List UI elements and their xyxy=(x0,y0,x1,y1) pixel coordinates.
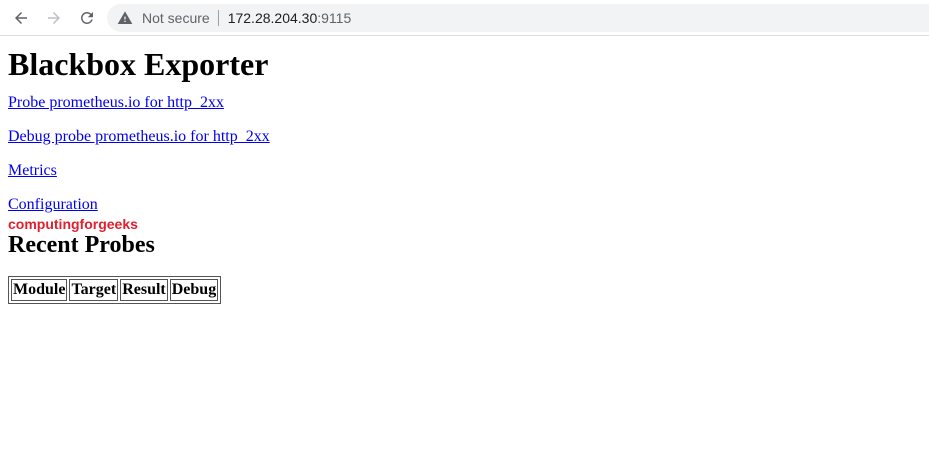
reload-icon xyxy=(80,11,93,24)
recent-probes-heading: Recent Probes xyxy=(8,232,155,258)
page-content: Blackbox Exporter Probe prometheus.io fo… xyxy=(0,46,929,304)
page-title: Blackbox Exporter xyxy=(8,46,269,82)
forward-button[interactable] xyxy=(42,6,66,30)
debug-probe-link[interactable]: Debug probe prometheus.io for http_2xx xyxy=(8,128,921,146)
reload-button[interactable] xyxy=(75,6,99,30)
omnibox-divider xyxy=(217,10,219,26)
metrics-link[interactable]: Metrics xyxy=(8,162,921,180)
watermark-text: computingforgeeks xyxy=(8,216,138,232)
column-header-debug: Debug xyxy=(169,279,219,301)
address-bar[interactable]: Not secure 172.28.204.30:9115 xyxy=(107,4,929,32)
recent-probes-table: Module Target Result Debug xyxy=(8,276,222,304)
url-text[interactable]: 172.28.204.30:9115 xyxy=(228,10,352,26)
security-status[interactable]: Not secure xyxy=(142,10,210,26)
arrow-left-icon xyxy=(15,12,27,24)
browser-toolbar: Not secure 172.28.204.30:9115 xyxy=(0,0,929,36)
column-header-result: Result xyxy=(120,279,168,301)
warning-icon[interactable] xyxy=(117,10,133,26)
url-host: 172.28.204.30 xyxy=(227,10,318,26)
back-button[interactable] xyxy=(9,6,33,30)
configuration-link[interactable]: Configuration xyxy=(8,196,921,214)
column-header-target: Target xyxy=(69,279,119,301)
probe-link[interactable]: Probe prometheus.io for http_2xx xyxy=(8,94,921,112)
column-header-module: Module xyxy=(11,279,68,301)
table-header-row: Module Target Result Debug xyxy=(11,279,219,301)
url-port: :9115 xyxy=(317,10,352,26)
arrow-right-icon xyxy=(48,12,60,24)
